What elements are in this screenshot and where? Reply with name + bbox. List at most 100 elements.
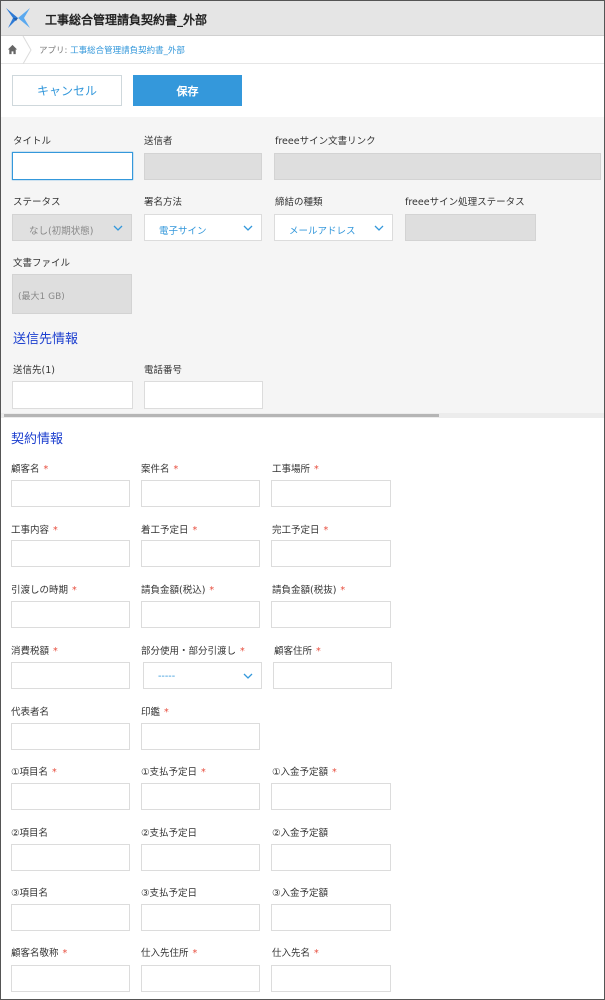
site-location-input[interactable] xyxy=(271,480,391,507)
item3-pay-date-input[interactable] xyxy=(141,904,260,931)
field-label: ③支払予定日 xyxy=(141,888,198,899)
required-mark: * xyxy=(316,646,321,657)
form-top-section: タイトル 送信者 freeeサイン文書リンク ステータス なし(初期状態) 署名… xyxy=(1,117,604,413)
field-label: 顧客名 * xyxy=(11,464,49,475)
cancel-button[interactable]: キャンセル xyxy=(12,75,122,106)
amount-excl-tax-input[interactable] xyxy=(271,601,391,628)
item3-amount-input[interactable] xyxy=(271,904,391,931)
partial-use-value: ----- xyxy=(158,671,176,682)
chevron-down-icon xyxy=(243,225,253,231)
required-mark: * xyxy=(164,707,169,718)
save-button[interactable]: 保存 xyxy=(133,75,242,106)
start-date-input[interactable] xyxy=(141,540,260,567)
required-mark: * xyxy=(52,767,57,778)
supplier-address-input[interactable] xyxy=(141,965,260,992)
customer-honorific-input[interactable] xyxy=(11,965,130,992)
required-mark: * xyxy=(192,525,198,536)
title-input[interactable] xyxy=(12,152,133,180)
field-label: 工事場所 * xyxy=(272,464,319,475)
breadcrumb-prefix: アプリ: xyxy=(39,46,71,56)
contract-type-value: メールアドレス xyxy=(289,226,356,237)
item1-name-input[interactable] xyxy=(11,783,130,810)
phone-label: 電話番号 xyxy=(144,365,183,376)
sign-method-select[interactable]: 電子サイン xyxy=(144,214,262,241)
customer-address-input[interactable] xyxy=(273,662,392,689)
required-mark: * xyxy=(192,948,198,959)
app-window: 工事総合管理請負契約書_外部 アプリ: 工事総合管理請負契約書_外部 キャンセル… xyxy=(0,0,605,1000)
required-mark: * xyxy=(240,646,245,657)
required-mark: * xyxy=(340,585,346,596)
app-header: 工事総合管理請負契約書_外部 xyxy=(1,1,604,36)
required-mark: * xyxy=(323,525,329,536)
field-label: 仕入先名 * xyxy=(272,948,319,959)
freee-status-field xyxy=(405,214,536,241)
field-label: ③入金予定額 xyxy=(272,888,329,899)
tax-amount-input[interactable] xyxy=(11,662,130,689)
required-mark: * xyxy=(43,464,49,475)
field-label: 顧客名敬称 * xyxy=(11,948,68,959)
doc-file-hint: (最大1 GB) xyxy=(18,292,65,302)
chevron-down-icon xyxy=(243,673,253,679)
required-mark: * xyxy=(53,646,58,657)
phone-input[interactable] xyxy=(144,381,263,409)
item3-name-input[interactable] xyxy=(11,904,130,931)
field-label: ②支払予定日 xyxy=(141,828,198,839)
sender-label: 送信者 xyxy=(144,136,173,147)
status-value: なし(初期状態) xyxy=(29,226,94,237)
required-mark: * xyxy=(314,464,319,475)
field-label: 顧客住所 * xyxy=(274,646,321,657)
contract-type-select[interactable]: メールアドレス xyxy=(274,214,393,241)
project-name-input[interactable] xyxy=(141,480,260,507)
required-mark: * xyxy=(314,948,319,959)
field-label: 代表者名 xyxy=(11,707,50,718)
handover-time-input[interactable] xyxy=(11,601,130,628)
status-label: ステータス xyxy=(13,197,61,208)
field-label: 工事内容 * xyxy=(11,525,58,536)
chevron-down-icon xyxy=(113,225,123,231)
item1-amount-input[interactable] xyxy=(271,783,391,810)
amount-incl-tax-input[interactable] xyxy=(141,601,260,628)
required-mark: * xyxy=(201,767,206,778)
breadcrumb-separator-icon xyxy=(22,36,32,64)
recipient-section-title: 送信先情報 xyxy=(13,332,79,347)
work-content-input[interactable] xyxy=(11,540,130,567)
completion-date-input[interactable] xyxy=(271,540,391,567)
required-mark: * xyxy=(72,585,77,596)
customer-name-input[interactable] xyxy=(11,480,130,507)
chevron-down-icon xyxy=(374,225,384,231)
field-label: ①入金予定額 * xyxy=(272,767,337,778)
recipient-input[interactable] xyxy=(12,381,133,409)
sign-method-label: 署名方法 xyxy=(144,197,183,208)
required-mark: * xyxy=(173,464,179,475)
breadcrumb-app-link[interactable]: 工事総合管理請負契約書_外部 xyxy=(70,46,185,56)
representative-input[interactable] xyxy=(11,723,130,750)
sender-field xyxy=(144,153,262,180)
seal-input[interactable] xyxy=(141,723,260,750)
required-mark: * xyxy=(62,948,68,959)
home-icon[interactable] xyxy=(7,44,18,55)
field-label: 部分使用・部分引渡し * xyxy=(141,646,245,657)
field-label: 請負金額(税込) * xyxy=(141,585,215,596)
contract-type-label: 締結の種類 xyxy=(275,197,323,208)
supplier-name-input[interactable] xyxy=(271,965,391,992)
field-label: 印鑑 * xyxy=(141,707,169,718)
field-label: 着工予定日 * xyxy=(141,525,198,536)
toolbar: キャンセル 保存 xyxy=(1,64,604,117)
field-label: 仕入先住所 * xyxy=(141,948,198,959)
field-label: ①支払予定日 * xyxy=(141,767,206,778)
field-label: 引渡しの時期 * xyxy=(11,585,77,596)
app-title: 工事総合管理請負契約書_外部 xyxy=(45,13,208,27)
freee-status-label: freeeサイン処理ステータス xyxy=(405,197,525,208)
sign-method-value: 電子サイン xyxy=(159,226,207,237)
contract-section: 契約情報 顧客名 * 案件名 * 工事場所 * 工事内容 * 着工予定日 * 完工予定日 *… xyxy=(1,418,604,999)
item1-pay-date-input[interactable] xyxy=(141,783,260,810)
required-mark: * xyxy=(332,767,337,778)
partial-use-select[interactable]: ----- xyxy=(143,662,262,689)
item2-amount-input[interactable] xyxy=(271,844,391,871)
field-label: ③項目名 xyxy=(11,888,49,899)
breadcrumb-app: アプリ: 工事総合管理請負契約書_外部 xyxy=(39,44,185,56)
scrollbar-thumb[interactable] xyxy=(4,414,439,417)
item2-pay-date-input[interactable] xyxy=(141,844,260,871)
item2-name-input[interactable] xyxy=(11,844,130,871)
title-label: タイトル xyxy=(13,136,52,147)
